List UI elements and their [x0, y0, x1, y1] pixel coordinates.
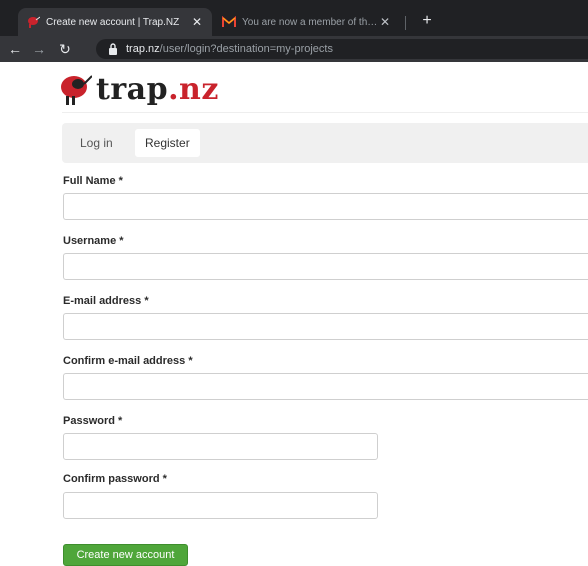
confirm-password-input[interactable] [63, 492, 378, 519]
browser-chrome: Create new account | Trap.NZ ✕ You are n… [0, 0, 588, 62]
create-account-button[interactable]: Create new account [63, 544, 188, 566]
trapnz-kiwi-icon [26, 15, 40, 29]
browser-toolbar: ← → ↻ trap.nz/user/login?destination=my-… [0, 36, 588, 62]
confirm-email-input[interactable] [63, 373, 588, 400]
auth-tabs: Log in Register [62, 123, 588, 163]
close-icon[interactable]: ✕ [190, 15, 204, 29]
browser-tab-title: You are now a member of the Ha [242, 16, 378, 28]
address-bar[interactable]: trap.nz/user/login?destination=my-projec… [96, 39, 588, 59]
browser-tab-title: Create new account | Trap.NZ [46, 16, 180, 28]
gmail-icon [222, 15, 236, 29]
header-divider [62, 112, 588, 113]
username-label: Username * [63, 235, 124, 247]
full-name-label: Full Name * [63, 175, 123, 187]
username-input[interactable] [63, 253, 588, 280]
confirm-email-label: Confirm e-mail address * [63, 355, 193, 367]
tab-register[interactable]: Register [135, 129, 200, 157]
new-tab-icon[interactable]: + [418, 12, 436, 30]
site-logo[interactable]: trap.nz [56, 71, 219, 107]
email-label: E-mail address * [63, 295, 149, 307]
browser-tab-inactive[interactable]: You are now a member of the Ha ✕ [214, 8, 400, 36]
password-label: Password * [63, 415, 123, 427]
tab-log-in[interactable]: Log in [70, 129, 123, 157]
full-name-input[interactable] [63, 193, 588, 220]
close-icon[interactable]: ✕ [378, 15, 392, 29]
back-arrow-icon[interactable]: ← [6, 40, 24, 58]
reload-icon[interactable]: ↻ [56, 40, 74, 58]
lock-icon [108, 43, 118, 55]
kiwi-logo-icon [61, 75, 92, 105]
url-host: trap.nz [126, 43, 160, 55]
email-input[interactable] [63, 313, 588, 340]
url-path: /user/login?destination=my-projects [159, 43, 333, 55]
browser-tab-active[interactable]: Create new account | Trap.NZ ✕ [18, 8, 212, 36]
logo-text: trap.nz [96, 71, 219, 107]
password-input[interactable] [63, 433, 378, 460]
tab-strip: Create new account | Trap.NZ ✕ You are n… [0, 0, 588, 36]
forward-arrow-icon[interactable]: → [30, 40, 48, 58]
confirm-password-label: Confirm password * [63, 473, 167, 485]
tab-separator [405, 16, 406, 30]
